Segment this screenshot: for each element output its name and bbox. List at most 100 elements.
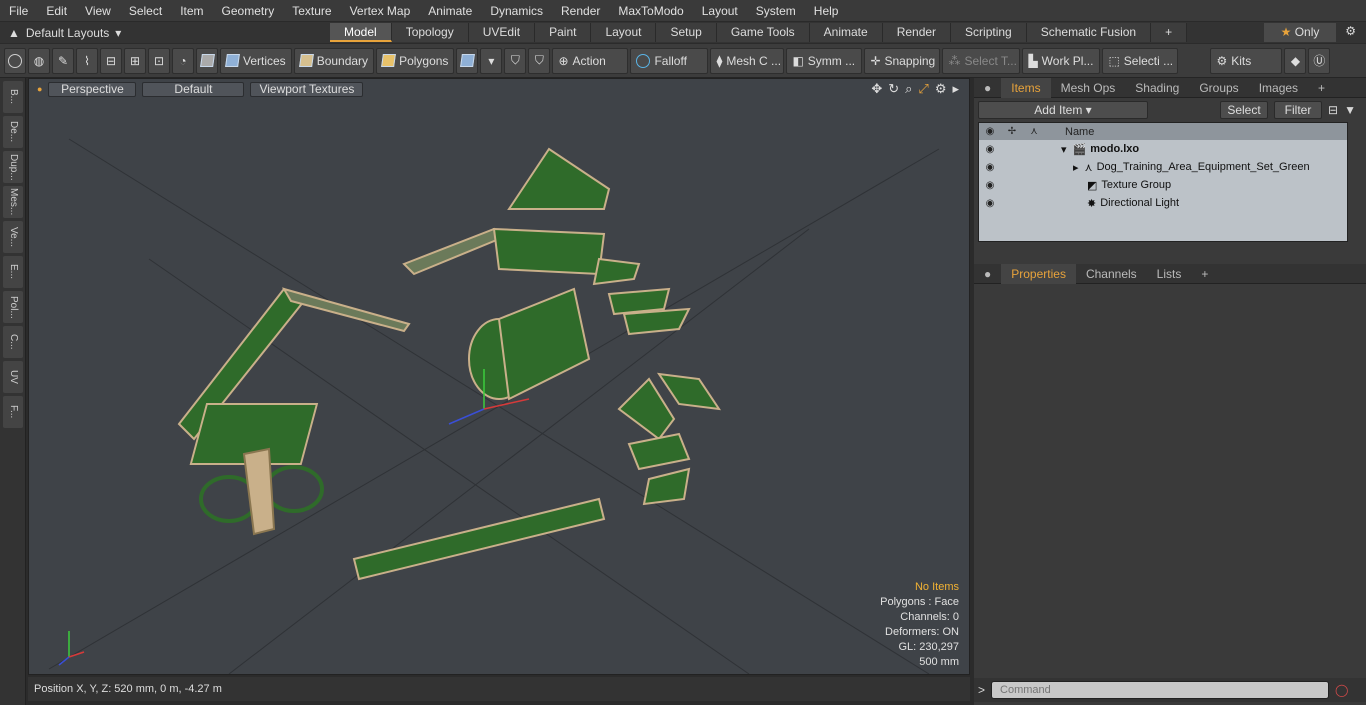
rotate-button[interactable]: ◔ — [172, 47, 194, 74]
menu-item[interactable]: Item — [171, 0, 212, 22]
menu-texture[interactable]: Texture — [283, 0, 340, 22]
material-dropdown[interactable]: ▾ — [480, 47, 503, 74]
menu-select[interactable]: Select — [120, 0, 171, 22]
falloff-button[interactable]: Falloff — [630, 47, 709, 74]
menu-animate[interactable]: Animate — [419, 0, 481, 22]
tab-schematic-fusion[interactable]: Schematic Fusion — [1026, 23, 1152, 42]
tree-row-mesh[interactable]: ◉ ▸ ⋏ Dog_Training_Area_Equipment_Set_Gr… — [979, 158, 1347, 176]
boundary-button[interactable]: Boundary — [293, 47, 375, 74]
tab-setup[interactable]: Setup — [656, 23, 717, 42]
tree-row-scene[interactable]: ◉ ▾ 🎬 modo.lxo — [979, 140, 1347, 158]
menu-geometry[interactable]: Geometry — [213, 0, 284, 22]
expand-arrow-icon[interactable]: ▸ — [952, 81, 959, 97]
menu-file[interactable]: File — [0, 0, 37, 22]
tab-groups[interactable]: Groups — [1189, 78, 1248, 98]
left-tab-duplicate[interactable]: Dup... — [3, 151, 23, 183]
symmetry-shield-2-button[interactable]: ⛉ — [528, 47, 551, 74]
tab-model[interactable]: Model — [330, 23, 392, 42]
menu-system[interactable]: System — [747, 0, 805, 22]
tab-items[interactable]: Items — [1001, 77, 1051, 98]
shading-mode-button[interactable]: Default — [142, 81, 245, 97]
add-panel-tab-button[interactable]: + — [1308, 78, 1335, 98]
tab-channels[interactable]: Channels — [1076, 264, 1147, 284]
left-tab-vertex[interactable]: Ve... — [3, 221, 23, 253]
menu-edit[interactable]: Edit — [37, 0, 76, 22]
fit-view-icon[interactable]: ⤢ — [918, 81, 928, 97]
items-mode-button[interactable] — [196, 47, 218, 74]
command-input[interactable] — [991, 681, 1330, 699]
globe-button[interactable]: ◍ — [28, 47, 50, 74]
brush-button[interactable]: ⌇ — [76, 47, 98, 74]
menu-dynamics[interactable]: Dynamics — [481, 0, 552, 22]
viewport-gear-icon[interactable]: ⚙ — [935, 81, 947, 97]
left-tab-basic[interactable]: B... — [3, 81, 23, 113]
tab-shading[interactable]: Shading — [1125, 78, 1189, 98]
tab-scripting[interactable]: Scripting — [951, 23, 1027, 42]
left-tab-fusion[interactable]: F... — [3, 396, 23, 428]
unreal-button[interactable]: Ⓤ — [1308, 47, 1331, 74]
symmetry-shield-button[interactable]: ⛉ — [504, 47, 527, 74]
collapse-icon[interactable]: ⊟ — [1328, 103, 1338, 117]
tab-topology[interactable]: Topology — [391, 23, 469, 42]
unity-button[interactable]: ◆ — [1284, 47, 1307, 74]
menu-render[interactable]: Render — [552, 0, 609, 22]
mesh-constraint-button[interactable]: ⧫ Mesh C ... — [710, 47, 785, 74]
action-center-button[interactable]: ⊕ Action — [552, 47, 629, 74]
pen-button[interactable]: ✎ — [52, 47, 74, 74]
tab-mesh-ops[interactable]: Mesh Ops — [1051, 78, 1126, 98]
eye-icon[interactable]: ◉ — [979, 180, 1001, 191]
eye-icon[interactable]: ◉ — [979, 198, 1001, 209]
add-props-tab-button[interactable]: + — [1191, 264, 1218, 284]
add-item-button[interactable]: Add Item ▾ — [978, 101, 1148, 119]
tree-row-texture-group[interactable]: ◉ ◩ Texture Group — [979, 176, 1347, 194]
tab-images[interactable]: Images — [1249, 78, 1308, 98]
tab-paint[interactable]: Paint — [535, 23, 592, 42]
expand-arrow-icon[interactable]: ▾ — [1061, 143, 1067, 156]
menu-vertex-map[interactable]: Vertex Map — [341, 0, 420, 22]
menu-maxtomodo[interactable]: MaxToModo — [609, 0, 692, 22]
view-mode-button[interactable]: Perspective — [48, 81, 137, 97]
align-button[interactable]: ⊟ — [100, 47, 122, 74]
tab-lists[interactable]: Lists — [1147, 264, 1192, 284]
left-tab-polygon[interactable]: Pol... — [3, 291, 23, 323]
tab-uvedit[interactable]: UVEdit — [468, 23, 536, 42]
select-circle-button[interactable] — [4, 47, 26, 74]
layout-selector[interactable]: ▲ Default Layouts ▾ — [0, 26, 330, 40]
move-view-icon[interactable]: ✥ — [871, 81, 882, 97]
polygons-button[interactable]: Polygons — [376, 47, 455, 74]
3d-viewport[interactable]: ● Perspective Default Viewport Textures … — [28, 78, 970, 675]
add-tab-button[interactable]: + — [1151, 23, 1188, 42]
viewport-textures-button[interactable]: Viewport Textures — [250, 81, 364, 97]
rotate-view-icon[interactable]: ↻ — [888, 81, 899, 97]
selection-sets-button[interactable]: ⬚ Selecti ... — [1102, 47, 1179, 74]
select-button[interactable]: Select — [1220, 101, 1268, 119]
record-icon[interactable]: ◯ — [1335, 683, 1348, 697]
menu-layout[interactable]: Layout — [693, 0, 747, 22]
funnel-icon[interactable]: ▼ — [1344, 103, 1356, 117]
select-through-button[interactable]: ⁂ Select T... — [942, 47, 1021, 74]
only-toggle[interactable]: ★ Only — [1264, 23, 1336, 42]
center-button[interactable]: ⊞ — [124, 47, 146, 74]
work-plane-button[interactable]: ▙ Work Pl... — [1022, 47, 1101, 74]
filter-button[interactable]: Filter — [1274, 101, 1322, 119]
left-tab-mesh[interactable]: Mes... — [3, 186, 23, 218]
snap-box-button[interactable]: ⊡ — [148, 47, 170, 74]
material-button[interactable] — [456, 47, 479, 74]
left-tab-deform[interactable]: De... — [3, 116, 23, 148]
tree-row-light[interactable]: ◉ ✸ Directional Light — [979, 194, 1347, 212]
symmetry-button[interactable]: ◧ Symm ... — [786, 47, 863, 74]
snapping-button[interactable]: ✛ Snapping — [864, 47, 941, 74]
vertices-button[interactable]: Vertices — [220, 47, 292, 74]
tab-layout[interactable]: Layout — [591, 23, 657, 42]
left-tab-edge[interactable]: E... — [3, 256, 23, 288]
tab-render[interactable]: Render — [882, 23, 952, 42]
left-tab-uv[interactable]: UV — [3, 361, 23, 393]
kits-button[interactable]: ⚙ Kits — [1210, 47, 1283, 74]
left-tab-curve[interactable]: C... — [3, 326, 23, 358]
gear-icon[interactable]: ⚙ — [1345, 24, 1356, 38]
menu-view[interactable]: View — [76, 0, 120, 22]
tab-properties[interactable]: Properties — [1001, 263, 1076, 284]
zoom-icon[interactable]: ⌕ — [905, 81, 912, 97]
tab-animate[interactable]: Animate — [809, 23, 883, 42]
menu-help[interactable]: Help — [805, 0, 848, 22]
